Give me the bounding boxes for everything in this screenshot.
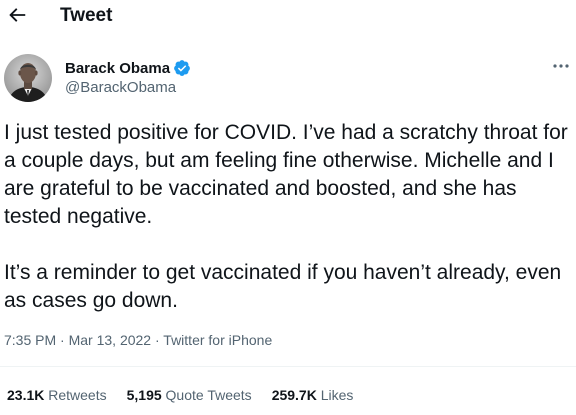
tweet-paragraph: I just tested positive for COVID. I’ve h… <box>4 121 568 228</box>
tweet-author: Barack Obama @BarackObama <box>0 50 576 106</box>
tweet-date[interactable]: Mar 13, 2022 <box>69 332 152 348</box>
retweets-stat[interactable]: 23.1K Retweets <box>7 386 107 404</box>
more-horizontal-icon[interactable] <box>550 57 572 75</box>
tweet-header: Tweet <box>0 0 576 34</box>
author-name[interactable]: Barack Obama <box>65 59 170 78</box>
tweet-source[interactable]: Twitter for iPhone <box>163 332 272 348</box>
quote-tweets-count: 5,195 <box>126 387 162 403</box>
verified-badge-icon <box>174 60 190 76</box>
meta-separator: · <box>60 332 65 348</box>
tweet-stats: 23.1K Retweets 5,195 Quote Tweets 259.7K… <box>7 386 373 404</box>
tweet-time[interactable]: 7:35 PM <box>4 332 56 348</box>
likes-count: 259.7K <box>271 387 317 403</box>
divider <box>0 366 576 367</box>
tweet-text: I just tested positive for COVID. I’ve h… <box>4 119 574 315</box>
more-button[interactable] <box>550 57 572 75</box>
avatar[interactable] <box>4 54 52 102</box>
tweet-meta: 7:35 PM · Mar 13, 2022 · Twitter for iPh… <box>4 331 272 349</box>
quote-tweets-label: Quote Tweets <box>165 387 252 403</box>
quote-tweets-stat[interactable]: 5,195 Quote Tweets <box>127 386 252 404</box>
tweet-paragraph: It’s a reminder to get vaccinated if you… <box>4 261 562 312</box>
retweets-count: 23.1K <box>7 387 45 403</box>
retweets-label: Retweets <box>48 387 107 403</box>
arrow-left-icon[interactable] <box>6 4 28 26</box>
page-title: Tweet <box>60 5 113 26</box>
likes-label: Likes <box>320 387 354 403</box>
likes-stat[interactable]: 259.7K Likes <box>272 386 354 404</box>
author-name-row: Barack Obama <box>65 58 191 78</box>
meta-separator: · <box>154 332 160 348</box>
back-button[interactable] <box>6 4 28 26</box>
author-handle[interactable]: @BarackObama <box>65 79 176 97</box>
